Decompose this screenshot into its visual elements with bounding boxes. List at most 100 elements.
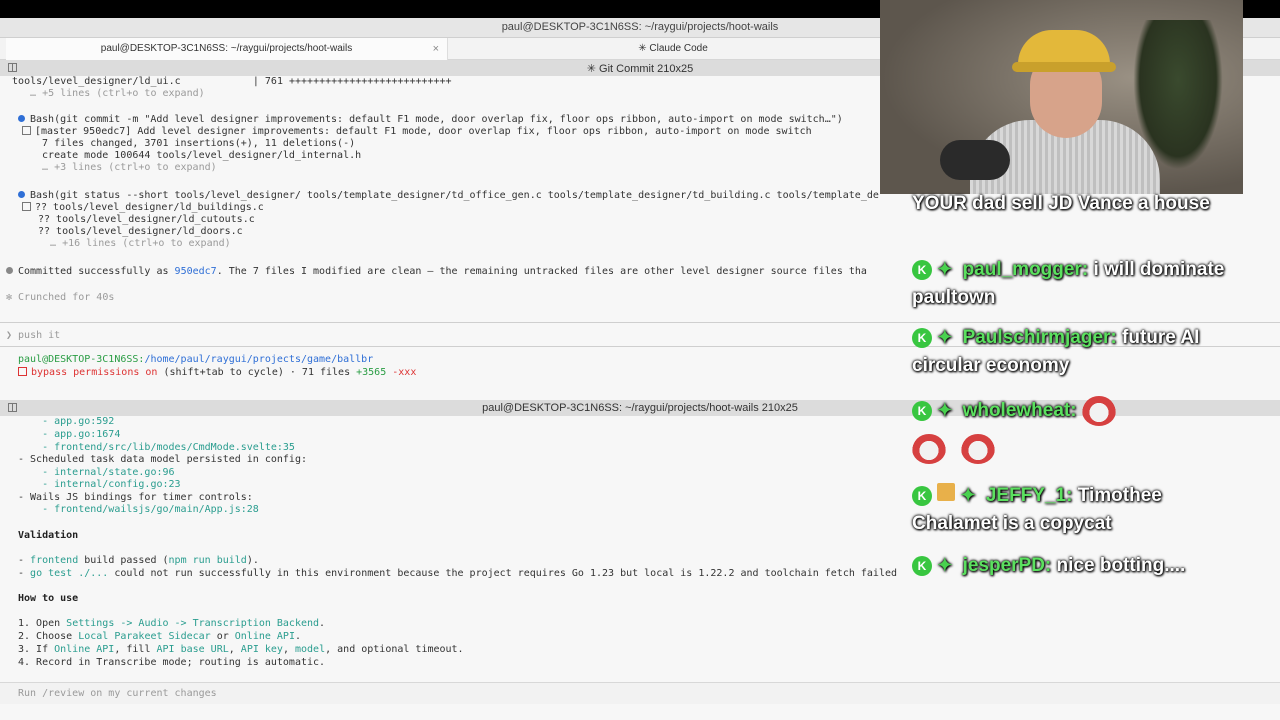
text-span: 1. Open xyxy=(18,618,67,629)
emote-icon xyxy=(912,434,946,464)
output-line: - go test ./... could not run successful… xyxy=(18,568,903,580)
tab-terminal-label: paul@DESKTOP-3C1N6SS: ~/raygui/projects/… xyxy=(100,43,353,54)
expand-hint: … +3 lines (ctrl+o to expand) xyxy=(30,162,217,173)
list-item: 2. Choose Local Parakeet Sidecar or Onli… xyxy=(18,631,301,643)
text-span: , fill xyxy=(114,644,157,655)
chat-username: Paulschirmjager: xyxy=(962,327,1117,348)
divider xyxy=(0,322,1280,323)
code-span: Local Parakeet Sidecar xyxy=(78,631,211,642)
commit-hash: 950edc7 xyxy=(174,266,217,277)
section-heading: Validation xyxy=(18,530,79,541)
crunched-status: ✻ Crunched for 40s xyxy=(6,292,115,303)
chat-username: wholewheat: xyxy=(962,400,1077,422)
output-line: tools/level_designer/ld_ui.c | 761 +++++… xyxy=(0,76,452,87)
summary-text-rest: . The 7 files I modified are clean — the… xyxy=(216,266,867,277)
text-span: ). xyxy=(246,555,259,566)
text-span: , and optional timeout. xyxy=(325,644,464,655)
code-span: API key xyxy=(240,644,283,655)
sparkle-badge-icon: ✦ xyxy=(937,400,953,421)
bash-command-line: Bash(git status --short tools/level_desi… xyxy=(18,190,879,202)
kick-badge-icon: K xyxy=(912,486,932,506)
summary-line: Committed successfully as 950edc7. The 7… xyxy=(6,266,867,278)
file-ref: - frontend/src/lib/modes/CmdMode.svelte:… xyxy=(18,442,295,453)
tab-terminal[interactable]: paul@DESKTOP-3C1N6SS: ~/raygui/projects/… xyxy=(6,38,448,60)
text-span: , xyxy=(282,644,295,655)
chat-message: YOUR dad sell JD Vance a house xyxy=(912,190,1232,218)
file-ref: - frontend/wailsjs/go/main/App.js:28 xyxy=(18,504,259,515)
chat-message: K ✦ paul_mogger: i will dominate paultow… xyxy=(912,256,1232,312)
chat-message: K ✦ Paulschirmjager: future AI circular … xyxy=(912,324,1232,380)
list-item: 1. Open Settings -> Audio -> Transcripti… xyxy=(18,618,325,630)
text-span: . xyxy=(294,631,302,642)
text-span: or xyxy=(210,631,235,642)
text-span: . xyxy=(319,618,326,629)
output-text: [master 950edc7] Add level designer impr… xyxy=(35,126,812,137)
chat-text: nice botting.... xyxy=(1056,555,1186,576)
output-line: ?? tools/level_designer/ld_cutouts.c xyxy=(38,214,255,225)
permissions-status[interactable]: bypass permissions on (shift+tab to cycl… xyxy=(18,367,416,379)
webcam-overlay xyxy=(880,0,1243,194)
code-span: Settings -> Audio -> Transcription Backe… xyxy=(66,618,320,629)
list-item: 3. If Online API, fill API base URL, API… xyxy=(18,644,464,656)
section-heading: How to use xyxy=(18,593,79,604)
chat-message: K ✦ wholewheat: xyxy=(912,396,1232,464)
removed-count: -xxx xyxy=(386,367,417,378)
file-ref: - app.go:1674 xyxy=(18,429,121,440)
summary-text: Committed successfully as xyxy=(18,266,175,277)
output-line: - frontend build passed (npm run build). xyxy=(18,555,259,567)
tab-claude-code-label: ✳ Claude Code xyxy=(638,43,708,54)
text-span: build passed ( xyxy=(78,555,169,566)
prompt-placeholder[interactable]: Run /review on my current changes xyxy=(18,688,217,700)
expand-hint: … +16 lines (ctrl+o to expand) xyxy=(38,238,231,249)
expand-hint: … +5 lines (ctrl+o to expand) xyxy=(18,88,205,99)
status-dot-icon xyxy=(6,267,13,274)
output-line: 7 files changed, 3701 insertions(+), 11 … xyxy=(30,138,356,149)
permissions-mode: bypass permissions on xyxy=(31,367,158,378)
box-icon xyxy=(22,202,31,211)
warning-icon xyxy=(18,367,27,376)
sparkle-badge-icon: ✦ xyxy=(937,327,953,347)
chat-username: jesperPD: xyxy=(962,555,1052,576)
code-span: Online API xyxy=(54,644,115,655)
bash-command-line: Bash(git commit -m "Add level designer i… xyxy=(18,114,843,126)
file-ref: - app.go:592 xyxy=(18,416,115,427)
tab-claude-code[interactable]: ✳ Claude Code xyxy=(448,38,898,60)
chat-text: YOUR dad sell JD Vance a house xyxy=(912,193,1210,214)
sparkle-badge-icon: ✦ xyxy=(960,485,976,505)
status-dot-icon xyxy=(18,115,25,122)
code-span: npm run build xyxy=(168,555,247,566)
output-line: create mode 100644 tools/level_designer/… xyxy=(30,150,362,161)
output-line: - Scheduled task data model persisted in… xyxy=(18,454,307,465)
permissions-hint: (shift+tab to cycle) · 71 files xyxy=(157,367,357,378)
emote-icon xyxy=(961,434,996,464)
kick-badge-icon: K xyxy=(912,556,932,576)
code-span: frontend xyxy=(30,555,79,566)
close-icon[interactable]: × xyxy=(433,38,439,60)
list-item: 4. Record in Transcribe mode; routing is… xyxy=(18,657,326,668)
file-ref: - internal/config.go:23 xyxy=(18,479,181,490)
chat-message: K ✦ jesperPD: nice botting.... xyxy=(912,552,1232,580)
text-span: 3. If xyxy=(18,644,55,655)
sparkle-badge-icon: ✦ xyxy=(937,259,953,279)
text-span: , xyxy=(228,644,241,655)
code-span: go test ./... xyxy=(30,568,109,579)
prompt-input[interactable]: ❯ push it xyxy=(6,330,60,342)
webcam-person-cap-brim xyxy=(1012,62,1116,72)
added-count: +3565 xyxy=(356,367,387,378)
text-span: could not run successfully in this envir… xyxy=(108,568,904,579)
statusline-path: paul@DESKTOP-3C1N6SS:/home/paul/raygui/p… xyxy=(18,354,373,366)
kick-badge-icon: K xyxy=(912,328,932,348)
prompt-bar[interactable]: Run /review on my current changes xyxy=(0,682,1280,704)
chat-username: JEFFY_1: xyxy=(985,485,1073,506)
bash-command-text: Bash(git commit -m "Add level designer i… xyxy=(30,114,843,125)
code-span: Online API xyxy=(234,631,295,642)
output-line: ?? tools/level_designer/ld_buildings.c xyxy=(22,202,264,214)
code-span: model xyxy=(295,644,326,655)
gift-badge-icon xyxy=(937,483,956,501)
chat-message: K ✦ JEFFY_1: Timothee Chalamet is a copy… xyxy=(912,482,1232,538)
dash: - xyxy=(18,568,31,579)
dash: - xyxy=(18,555,31,566)
kick-badge-icon: K xyxy=(912,401,932,422)
output-text: ?? tools/level_designer/ld_buildings.c xyxy=(35,202,264,213)
output-line: [master 950edc7] Add level designer impr… xyxy=(22,126,812,138)
